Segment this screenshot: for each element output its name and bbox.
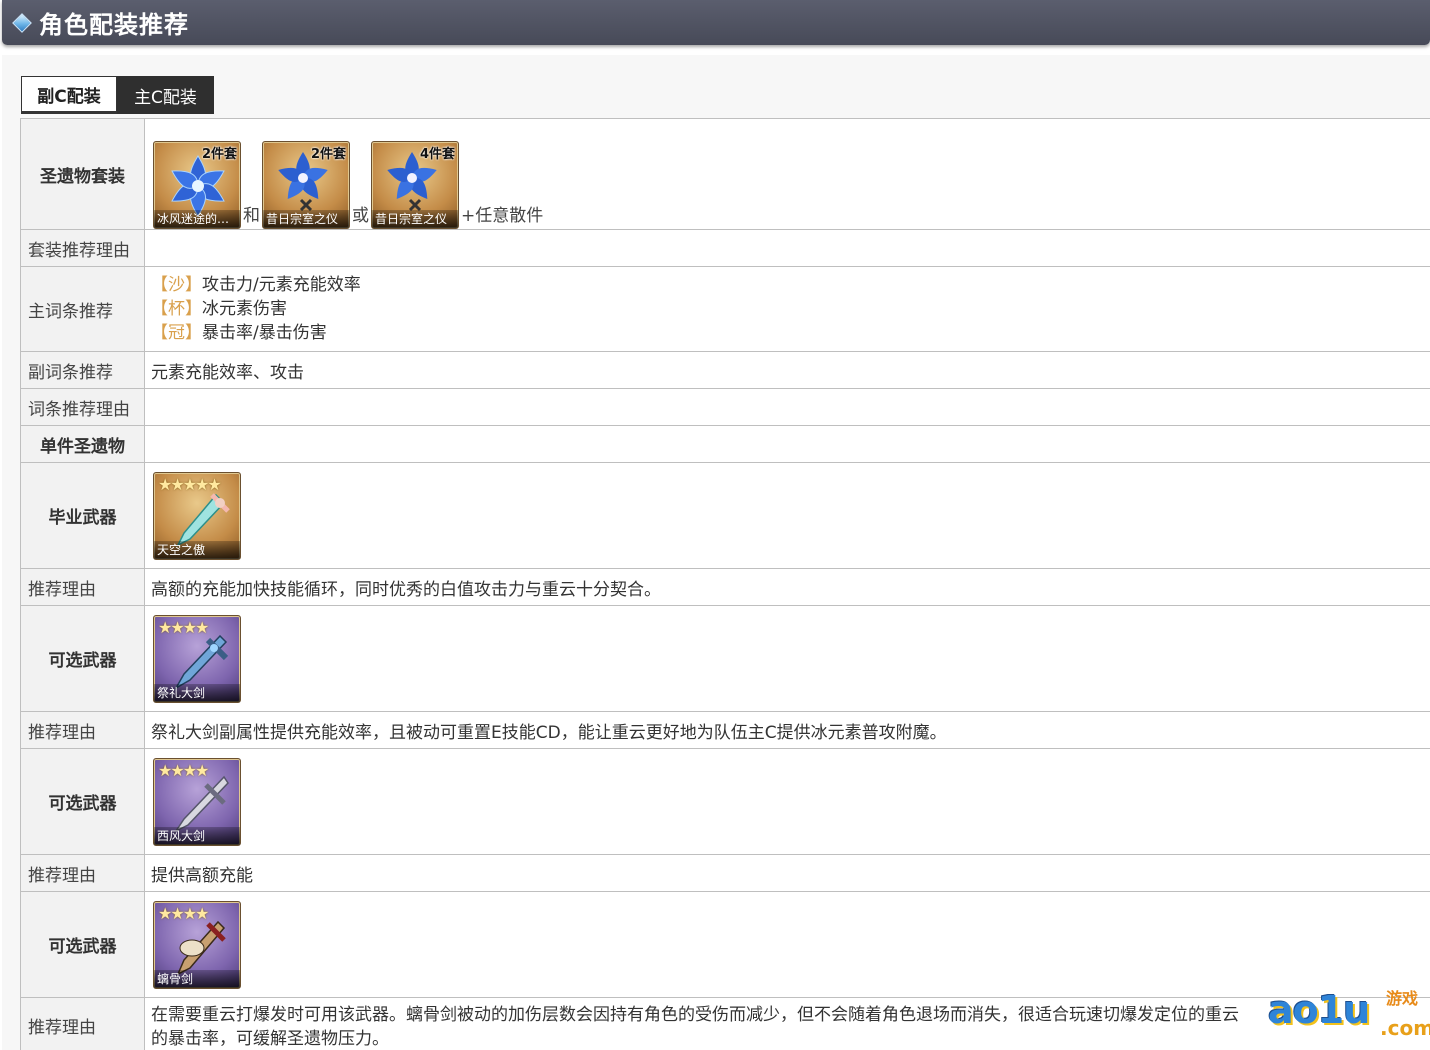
table-row-weapon: 可选武器 ★★★★ 西风大剑	[20, 749, 1430, 855]
rarity-stars: ★★★★	[158, 903, 209, 923]
slot-tag-circlet: 【冠】	[151, 323, 202, 343]
artifact-card[interactable]: 2件套 冰风迷途的…	[153, 141, 241, 229]
artifact-card[interactable]: 4件套 昔日宗室之仪	[371, 141, 459, 229]
table-row-single-artifact: 单件圣遗物	[20, 426, 1430, 463]
tab-main-dps[interactable]: 主C配装	[117, 76, 214, 114]
table-row-reason: 推荐理由 在需要重云打爆发时可用该武器。螭骨剑被动的加伤层数会因持有角色的受伤而…	[20, 998, 1430, 1050]
weapon-name: 祭礼大剑	[154, 683, 240, 702]
row-label: 套装推荐理由	[20, 230, 145, 266]
any-piece-suffix: +任意散件	[461, 206, 544, 226]
table-row-weapon: 毕业武器 ★★★★★ 天空之傲	[20, 463, 1430, 569]
single-artifact-value	[145, 426, 1430, 462]
weapon-reason: 提供高额充能	[145, 855, 1430, 891]
row-label: 词条推荐理由	[20, 389, 145, 425]
main-stat-line: 【杯】冰元素伤害	[151, 297, 287, 321]
section-title: 角色配装推荐	[39, 11, 189, 39]
set-reason-value	[145, 230, 1430, 266]
weapon-reason: 高额的充能加快技能循环，同时优秀的白值攻击力与重云十分契合。	[145, 569, 1430, 605]
weapon-card[interactable]: ★★★★ 祭礼大剑	[153, 614, 241, 703]
weapon-card[interactable]: ★★★★★ 天空之傲	[153, 471, 241, 560]
row-label: 可选武器	[20, 749, 145, 854]
set-piece-badge: 2件套	[310, 147, 346, 162]
watermark-text: ao1u	[1268, 988, 1370, 1032]
sub-stats-value: 元素充能效率、攻击	[145, 352, 1430, 388]
slot-tag-goblet: 【杯】	[151, 299, 202, 319]
main-stat-text: 暴击率/暴击伤害	[202, 323, 327, 343]
main-stats-cell: 【沙】攻击力/元素充能效率 【杯】冰元素伤害 【冠】暴击率/暴击伤害	[145, 267, 1430, 351]
table-row-set-reason: 套装推荐理由	[20, 230, 1430, 267]
rarity-stars: ★★★★	[158, 617, 209, 637]
table-row-reason: 推荐理由 提供高额充能	[20, 855, 1430, 892]
row-label: 可选武器	[20, 606, 145, 711]
set-piece-badge: 4件套	[419, 147, 455, 162]
table-row-reason: 推荐理由 高额的充能加快技能循环，同时优秀的白值攻击力与重云十分契合。	[20, 569, 1430, 606]
row-label: 推荐理由	[20, 712, 145, 748]
joiner-or: 或	[352, 206, 369, 226]
weapon-name: 西风大剑	[154, 826, 240, 845]
stat-reason-value	[145, 389, 1430, 425]
main-stat-text: 冰元素伤害	[202, 299, 287, 319]
artifact-name: 昔日宗室之仪	[263, 210, 349, 228]
row-label: 推荐理由	[20, 855, 145, 891]
weapon-cell: ★★★★ 祭礼大剑	[145, 606, 1430, 711]
watermark-domain: .com	[1380, 1016, 1430, 1040]
row-label: 推荐理由	[20, 569, 145, 605]
weapon-reason: 在需要重云打爆发时可用该武器。螭骨剑被动的加伤层数会因持有角色的受伤而减少，但不…	[145, 998, 1430, 1050]
joiner-and: 和	[243, 206, 260, 226]
main-stat-line: 【沙】攻击力/元素充能效率	[151, 273, 361, 297]
row-label: 毕业武器	[20, 463, 145, 568]
weapon-name: 螭骨剑	[154, 969, 240, 988]
weapon-reason-line: 的暴击率，可缓解圣遗物压力。	[151, 1029, 389, 1049]
row-label: 副词条推荐	[20, 352, 145, 388]
table-row-weapon: 可选武器 ★★★★ 螭骨剑	[20, 892, 1430, 998]
table-row-main-stats: 主词条推荐 【沙】攻击力/元素充能效率 【杯】冰元素伤害 【冠】暴击率/暴击伤害	[20, 267, 1430, 352]
set-piece-badge: 2件套	[201, 147, 237, 162]
loadout-tabs: 副C配装 主C配装	[21, 76, 214, 114]
table-row-artifact-set: 圣遗物套装 2件套 冰风迷途的… 和 2件套 昔日宗室之仪 或 4件套 昔日宗室…	[20, 119, 1430, 230]
row-label: 单件圣遗物	[20, 426, 145, 462]
watermark-sub: 游戏	[1386, 989, 1419, 1008]
table-row-weapon: 可选武器 ★★★★ 祭礼大剑	[20, 606, 1430, 712]
row-label: 主词条推荐	[20, 267, 145, 351]
weapon-cell: ★★★★ 西风大剑	[145, 749, 1430, 854]
weapon-reason-line: 在需要重云打爆发时可用该武器。螭骨剑被动的加伤层数会因持有角色的受伤而减少，但不…	[151, 1005, 1239, 1025]
tab-sub-dps[interactable]: 副C配装	[21, 76, 117, 114]
weapon-cell: ★★★★★ 天空之傲	[145, 463, 1430, 568]
artifact-name: 昔日宗室之仪	[372, 210, 458, 228]
rarity-stars: ★★★★	[158, 760, 209, 780]
site-watermark-logo: ao1u 游戏 .com	[1268, 980, 1430, 1050]
table-row-reason: 推荐理由 祭礼大剑副属性提供充能效率，且被动可重置E技能CD，能让重云更好地为队…	[20, 712, 1430, 749]
row-label: 可选武器	[20, 892, 145, 997]
main-stat-line: 【冠】暴击率/暴击伤害	[151, 321, 327, 345]
table-row-sub-stats: 副词条推荐 元素充能效率、攻击	[20, 352, 1430, 389]
artifact-name: 冰风迷途的…	[154, 210, 240, 228]
row-label: 推荐理由	[20, 998, 145, 1050]
rarity-stars: ★★★★★	[158, 474, 222, 494]
weapon-card[interactable]: ★★★★ 西风大剑	[153, 757, 241, 846]
row-label: 圣遗物套装	[20, 119, 145, 229]
section-header: 角色配装推荐	[2, 0, 1430, 45]
table-row-stat-reason: 词条推荐理由	[20, 389, 1430, 426]
build-table: 圣遗物套装 2件套 冰风迷途的… 和 2件套 昔日宗室之仪 或 4件套 昔日宗室…	[20, 118, 1430, 1050]
main-stat-text: 攻击力/元素充能效率	[202, 275, 361, 295]
weapon-card[interactable]: ★★★★ 螭骨剑	[153, 900, 241, 989]
diamond-icon	[12, 12, 32, 33]
artifact-set-cell: 2件套 冰风迷途的… 和 2件套 昔日宗室之仪 或 4件套 昔日宗室之仪 +任意…	[145, 119, 1430, 229]
weapon-reason: 祭礼大剑副属性提供充能效率，且被动可重置E技能CD，能让重云更好地为队伍主C提供…	[145, 712, 1430, 748]
weapon-cell: ★★★★ 螭骨剑	[145, 892, 1430, 997]
slot-tag-sands: 【沙】	[151, 275, 202, 295]
weapon-name: 天空之傲	[154, 540, 240, 559]
artifact-card[interactable]: 2件套 昔日宗室之仪	[262, 141, 350, 229]
